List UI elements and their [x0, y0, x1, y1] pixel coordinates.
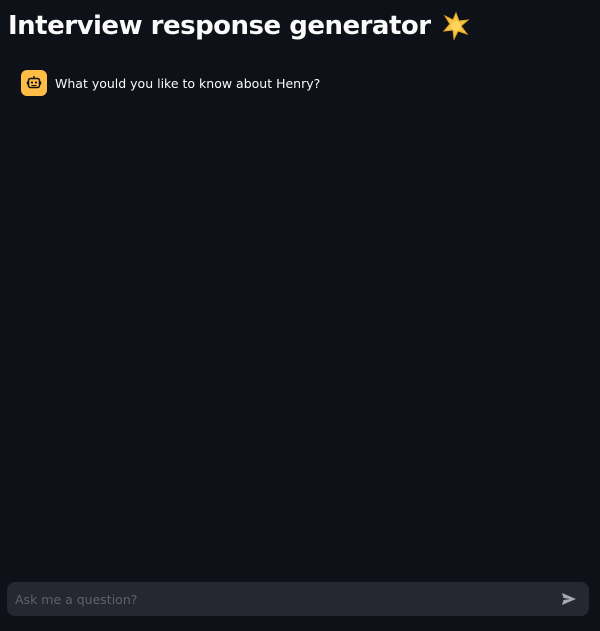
page-header: Interview response generator — [8, 6, 471, 46]
send-icon — [562, 593, 576, 605]
chat-message-assistant: What yould you like to know about Henry? — [21, 70, 320, 96]
avatar — [21, 70, 47, 96]
chat-input-bar — [7, 582, 589, 616]
page-title: Interview response generator — [8, 11, 431, 41]
robot-icon — [26, 76, 42, 89]
sparkle-icon — [441, 11, 471, 41]
send-button[interactable] — [559, 589, 579, 609]
chat-input[interactable] — [15, 591, 559, 607]
message-text: What yould you like to know about Henry? — [55, 75, 321, 91]
app-container: Interview response generator What yould … — [0, 0, 600, 631]
